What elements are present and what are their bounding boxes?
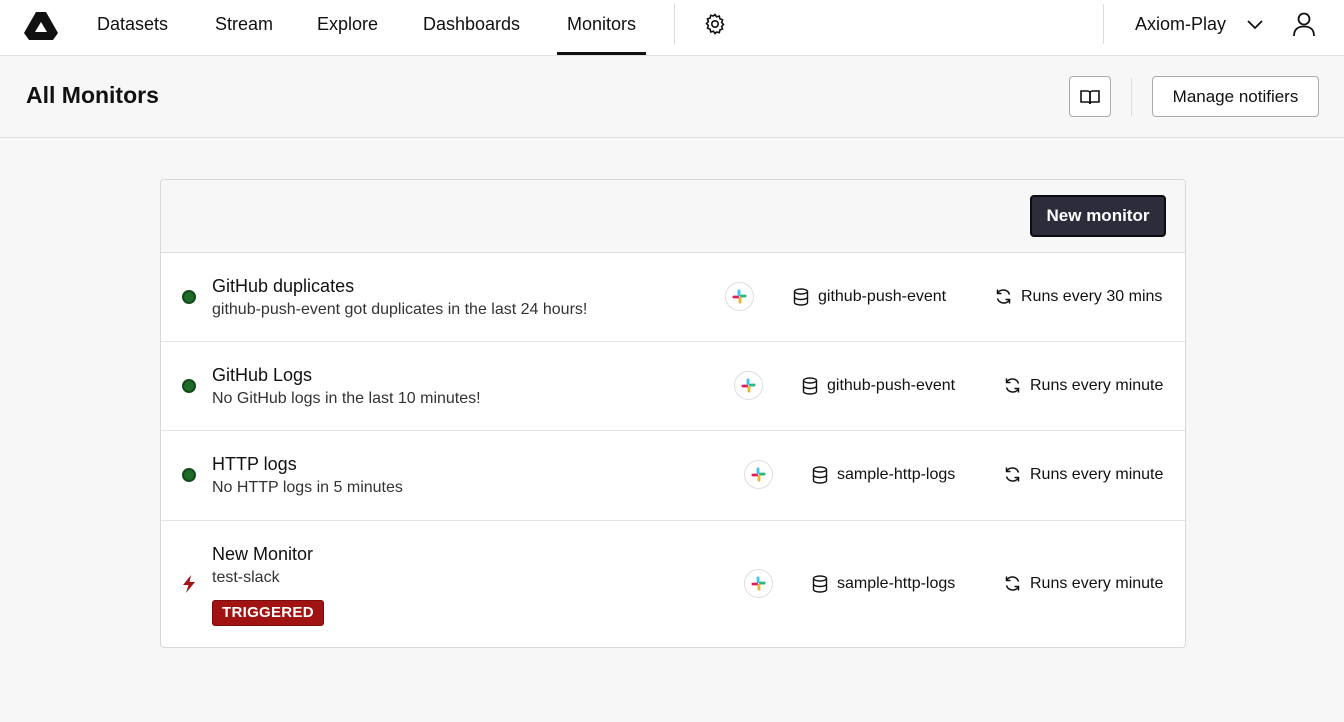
- refresh-icon: [996, 289, 1011, 304]
- monitor-name: New Monitor: [212, 544, 314, 564]
- slack-icon: [734, 371, 763, 400]
- refresh-icon: [1005, 378, 1020, 393]
- monitor-description: No GitHub logs in the last 10 minutes!: [212, 390, 481, 407]
- monitor-schedule: Runs every minute: [1030, 466, 1164, 483]
- chevron-down-icon[interactable]: [1246, 17, 1264, 31]
- refresh-icon: [1005, 467, 1020, 482]
- nav-stream[interactable]: Stream: [215, 0, 273, 56]
- monitor-dataset: sample-http-logs: [837, 466, 956, 483]
- status-ok-icon: [182, 290, 196, 304]
- database-icon: [793, 288, 809, 306]
- lightning-bolt-icon: [183, 575, 195, 593]
- refresh-icon: [1005, 576, 1020, 591]
- monitor-name: HTTP logs: [212, 454, 297, 474]
- database-icon: [802, 377, 818, 395]
- triggered-badge: TRIGGERED: [212, 600, 324, 626]
- nav-monitors[interactable]: Monitors: [556, 0, 647, 56]
- docs-button[interactable]: [1069, 76, 1111, 117]
- monitors-card: New monitor GitHub duplicates github-pus…: [160, 179, 1186, 648]
- manage-notifiers-button[interactable]: Manage notifiers: [1152, 76, 1319, 117]
- monitor-row[interactable]: GitHub Logs No GitHub logs in the last 1…: [161, 342, 1185, 431]
- monitor-row[interactable]: New Monitor test-slack TRIGGERED sample-…: [161, 521, 1185, 647]
- slack-icon: [744, 569, 773, 598]
- top-nav: Datasets Stream Explore Dashboards Monit…: [0, 0, 1344, 56]
- nav-datasets[interactable]: Datasets: [97, 0, 168, 56]
- monitor-description: test-slack: [212, 569, 280, 586]
- database-icon: [812, 575, 828, 593]
- monitor-description: github-push-event got duplicates in the …: [212, 301, 588, 318]
- monitor-schedule: Runs every minute: [1030, 575, 1164, 592]
- slack-icon: [744, 460, 773, 489]
- monitor-dataset: github-push-event: [818, 288, 947, 305]
- monitor-row[interactable]: GitHub duplicates github-push-event got …: [161, 253, 1185, 342]
- book-icon: [1080, 89, 1100, 104]
- monitor-description: No HTTP logs in 5 minutes: [212, 479, 403, 496]
- status-ok-icon: [182, 379, 196, 393]
- monitor-dataset: sample-http-logs: [837, 575, 956, 592]
- nav-divider-right: [1103, 4, 1104, 44]
- monitor-name: GitHub duplicates: [212, 276, 355, 296]
- card-header: New monitor: [161, 180, 1185, 253]
- monitor-schedule: Runs every 30 mins: [1021, 288, 1163, 305]
- user-icon[interactable]: [1292, 11, 1316, 37]
- page-header: All Monitors Manage notifiers: [0, 56, 1344, 138]
- slack-icon: [725, 282, 754, 311]
- nav-divider: [674, 4, 675, 44]
- org-switcher[interactable]: Axiom-Play: [1135, 0, 1226, 48]
- monitor-name: GitHub Logs: [212, 365, 313, 385]
- nav-dashboards[interactable]: Dashboards: [423, 0, 520, 56]
- monitor-schedule: Runs every minute: [1030, 377, 1164, 394]
- header-divider: [1131, 78, 1132, 116]
- database-icon: [812, 466, 828, 484]
- axiom-logo-icon[interactable]: [24, 10, 58, 40]
- gear-icon[interactable]: [703, 12, 727, 36]
- page-title: All Monitors: [26, 82, 159, 108]
- new-monitor-button[interactable]: New monitor: [1030, 195, 1166, 237]
- status-ok-icon: [182, 468, 196, 482]
- monitor-row[interactable]: HTTP logs No HTTP logs in 5 minutes samp…: [161, 431, 1185, 521]
- monitor-dataset: github-push-event: [827, 377, 956, 394]
- nav-explore[interactable]: Explore: [317, 0, 378, 56]
